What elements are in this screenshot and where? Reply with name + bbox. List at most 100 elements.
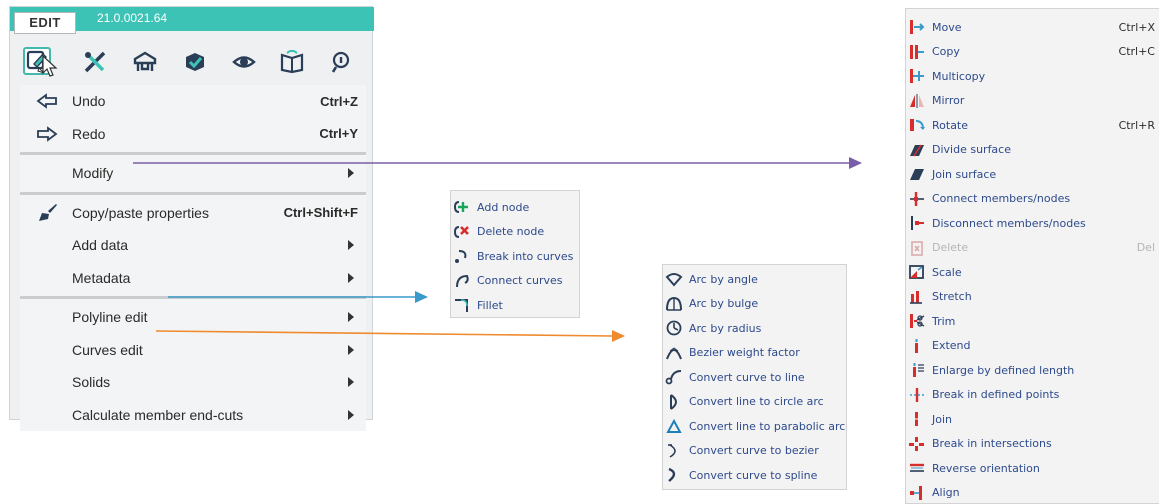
menu-label: Convert line to circle arc <box>689 395 824 409</box>
shortcut-label: Ctrl+R <box>1118 118 1155 132</box>
curve-to-bezier-icon <box>663 443 685 459</box>
menu-item-fillet[interactable]: Fillet <box>451 293 579 318</box>
menu-label: Stretch <box>932 290 972 304</box>
menu-item-delete-node[interactable]: Delete node <box>451 220 579 245</box>
menu-item-connect-curves[interactable]: Connect curves <box>451 269 579 294</box>
connect-curves-icon <box>451 273 473 289</box>
menu-item-arc-by-bulge[interactable]: Arc by bulge <box>663 292 846 317</box>
menu-item-connect-members-nodes[interactable]: Connect members/nodes <box>906 187 1159 212</box>
extend-icon <box>906 338 928 354</box>
menu-item-convert-curve-to-bezier[interactable]: Convert curve to bezier <box>663 439 846 464</box>
menu-label: Divide surface <box>932 143 1011 157</box>
delete-node-icon <box>451 224 473 240</box>
menu-item-join[interactable]: Join <box>906 407 1159 432</box>
fillet-icon <box>451 297 473 313</box>
arc-by-bulge-icon <box>663 296 685 312</box>
align-icon <box>906 485 928 501</box>
menu-label: Trim <box>932 314 956 328</box>
mirror-icon <box>906 93 928 109</box>
menu-item-align[interactable]: Align <box>906 481 1159 504</box>
shortcut-label: Del <box>1136 241 1155 255</box>
enlarge-icon <box>906 362 928 378</box>
menu-item-break-in-defined-points[interactable]: Break in defined points <box>906 383 1159 408</box>
modify-submenu: Move Ctrl+X Copy Ctrl+C Multicopy Mirror… <box>905 8 1159 504</box>
menu-item-reverse-orientation[interactable]: Reverse orientation <box>906 456 1159 481</box>
menu-label: Arc by radius <box>689 321 762 335</box>
menu-item-delete[interactable]: Delete Del <box>906 236 1159 261</box>
menu-item-disconnect-members-nodes[interactable]: Disconnect members/nodes <box>906 211 1159 236</box>
menu-item-enlarge-by-defined-length[interactable]: Enlarge by defined length <box>906 358 1159 383</box>
mouse-cursor-icon <box>42 55 58 77</box>
menu-label: Delete node <box>477 225 545 239</box>
line-to-circle-arc-icon <box>663 393 685 410</box>
menu-item-break-in-intersections[interactable]: Break in intersections <box>906 432 1159 457</box>
menu-item-arc-by-radius[interactable]: Arc by radius <box>663 316 846 341</box>
copy-icon <box>906 44 928 60</box>
curves-arrow <box>155 330 625 342</box>
curve-to-line-icon <box>663 369 685 385</box>
menu-label: Scale <box>932 265 962 279</box>
add-node-icon <box>451 199 473 215</box>
menu-item-move[interactable]: Move Ctrl+X <box>906 15 1159 40</box>
menu-label: Arc by angle <box>689 272 758 286</box>
menu-label: Connect curves <box>477 274 563 288</box>
bezier-weight-factor-icon <box>663 345 685 361</box>
multicopy-icon <box>906 68 928 84</box>
disconnect-members-icon <box>906 215 928 231</box>
menu-label: Disconnect members/nodes <box>932 216 1086 230</box>
arc-by-radius-icon <box>663 320 685 336</box>
menu-item-convert-line-to-parabolic-arc[interactable]: Convert line to parabolic arc <box>663 414 846 439</box>
shortcut-label: Ctrl+X <box>1118 20 1155 34</box>
menu-item-extend[interactable]: Extend <box>906 334 1159 359</box>
menu-item-scale[interactable]: Scale <box>906 260 1159 285</box>
curves-edit-submenu: Arc by angle Arc by bulge Arc by radius … <box>662 264 847 490</box>
menu-label: Arc by bulge <box>689 297 759 311</box>
delete-icon <box>906 240 928 256</box>
trim-icon <box>906 313 928 329</box>
menu-label: Move <box>932 20 962 34</box>
join-surface-icon <box>906 166 928 182</box>
menu-label: Convert curve to spline <box>689 468 818 482</box>
curve-to-spline-icon <box>663 467 685 483</box>
menu-item-convert-line-to-circle-arc[interactable]: Convert line to circle arc <box>663 390 846 415</box>
menu-item-join-surface[interactable]: Join surface <box>906 162 1159 187</box>
arc-by-angle-icon <box>663 271 685 287</box>
menu-label: Bezier weight factor <box>689 346 800 360</box>
menu-item-break-into-curves[interactable]: Break into curves <box>451 244 579 269</box>
menu-label: Break into curves <box>477 249 574 263</box>
menu-label: Copy <box>932 45 960 59</box>
join-icon <box>906 411 928 427</box>
menu-item-convert-curve-to-spline[interactable]: Convert curve to spline <box>663 463 846 488</box>
break-points-icon <box>906 387 928 403</box>
stretch-icon <box>906 289 928 305</box>
menu-label: Align <box>932 486 960 500</box>
menu-label: Convert curve to line <box>689 370 805 384</box>
menu-item-multicopy[interactable]: Multicopy <box>906 64 1159 89</box>
polyline-edit-submenu: Add node Delete node Break into curves C… <box>450 190 580 318</box>
menu-item-trim[interactable]: Trim <box>906 309 1159 334</box>
menu-item-mirror[interactable]: Mirror <box>906 89 1159 114</box>
menu-label: Convert curve to bezier <box>689 444 819 458</box>
menu-label: Convert line to parabolic arc <box>689 419 846 433</box>
menu-item-add-node[interactable]: Add node <box>451 195 579 220</box>
divide-surface-icon <box>906 142 928 158</box>
menu-item-convert-curve-to-line[interactable]: Convert curve to line <box>663 365 846 390</box>
menu-label: Rotate <box>932 118 969 132</box>
polyline-arrow <box>168 291 428 303</box>
connect-members-icon <box>906 191 928 207</box>
modify-arrow <box>133 157 862 169</box>
menu-label: Break in defined points <box>932 388 1060 402</box>
menu-item-stretch[interactable]: Stretch <box>906 285 1159 310</box>
reverse-orientation-icon <box>906 460 928 476</box>
menu-label: Multicopy <box>932 69 986 83</box>
menu-item-rotate[interactable]: Rotate Ctrl+R <box>906 113 1159 138</box>
menu-item-bezier-weight-factor[interactable]: Bezier weight factor <box>663 341 846 366</box>
menu-label: Fillet <box>477 298 503 312</box>
menu-item-arc-by-angle[interactable]: Arc by angle <box>663 267 846 292</box>
menu-item-copy[interactable]: Copy Ctrl+C <box>906 40 1159 65</box>
menu-label: Mirror <box>932 94 965 108</box>
menu-label: Join surface <box>932 167 997 181</box>
menu-label: Extend <box>932 339 971 353</box>
menu-item-divide-surface[interactable]: Divide surface <box>906 138 1159 163</box>
menu-label: Enlarge by defined length <box>932 363 1075 377</box>
